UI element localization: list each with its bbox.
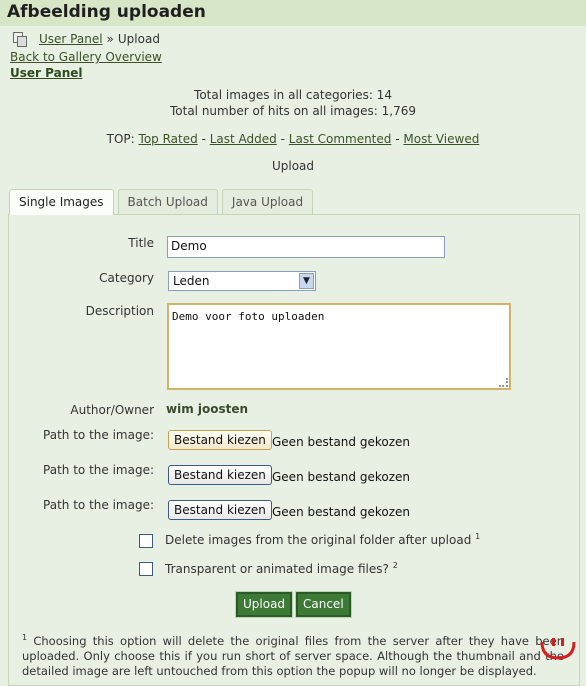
no-file-text-2: Geen bestand gekozen: [272, 470, 410, 484]
transparent-text: Transparent or animated image files?: [165, 562, 389, 576]
file-choose-button-3[interactable]: Bestand kiezen: [168, 500, 272, 520]
user-panel-icon: [13, 32, 27, 47]
title-label: Title: [128, 236, 154, 250]
last-commented-link[interactable]: Last Commented: [289, 132, 392, 146]
page-title: Afbeelding uploaden: [7, 2, 206, 22]
description-label: Description: [85, 304, 154, 318]
top-separator: -: [280, 132, 285, 146]
path-label-3: Path to the image:: [43, 498, 154, 512]
section-title: Upload: [271, 159, 315, 173]
top-separator: -: [395, 132, 400, 146]
path-label-2: Path to the image:: [43, 463, 154, 477]
title-bar: Afbeelding uploaden: [0, 0, 586, 26]
transparent-label: Transparent or animated image files? 2: [165, 561, 398, 576]
smiley-corner-icon: [540, 638, 576, 660]
category-select[interactable]: Leden ▼: [168, 271, 316, 291]
last-added-link[interactable]: Last Added: [210, 132, 277, 146]
top-prefix: TOP:: [106, 132, 135, 146]
file-choose-button-1[interactable]: Bestand kiezen: [168, 430, 272, 450]
breadcrumb: User Panel » Upload: [13, 31, 160, 47]
footnote-marker: 1: [22, 633, 28, 642]
delete-note-marker: 1: [475, 532, 481, 541]
upload-button[interactable]: Upload: [234, 591, 294, 618]
file-choose-button-2[interactable]: Bestand kiezen: [168, 465, 272, 485]
cancel-button[interactable]: Cancel: [295, 591, 352, 618]
transparent-checkbox[interactable]: [139, 562, 153, 576]
user-panel-link[interactable]: User Panel: [10, 66, 83, 80]
total-images-stat: Total images in all categories: 14: [194, 88, 392, 102]
category-label: Category: [99, 271, 154, 285]
title-input[interactable]: Demo: [167, 236, 445, 258]
top-links: TOP: Top Rated - Last Added - Last Comme…: [0, 132, 586, 146]
path-label-1: Path to the image:: [43, 428, 154, 442]
transparent-note-marker: 2: [392, 561, 398, 570]
delete-original-text: Delete images from the original folder a…: [165, 533, 472, 547]
footnote-text: Choosing this option will delete the ori…: [22, 633, 564, 678]
most-viewed-link[interactable]: Most Viewed: [403, 132, 479, 146]
upload-tabs: Single Images Batch Upload Java Upload: [9, 189, 317, 215]
back-to-gallery-link[interactable]: Back to Gallery Overview: [10, 50, 162, 64]
top-rated-link[interactable]: Top Rated: [139, 132, 198, 146]
delete-original-label: Delete images from the original folder a…: [165, 532, 480, 547]
breadcrumb-current: Upload: [117, 32, 160, 46]
breadcrumb-separator: »: [106, 32, 114, 46]
footnote: 1 Choosing this option will delete the o…: [22, 630, 564, 679]
tab-java-upload[interactable]: Java Upload: [221, 189, 314, 214]
description-textarea[interactable]: Demo voor foto uploaden: [167, 303, 511, 390]
no-file-text-3: Geen bestand gekozen: [272, 505, 410, 519]
description-text: Demo voor foto uploaden: [172, 310, 325, 323]
top-separator: -: [201, 132, 206, 146]
resize-grip-icon[interactable]: [499, 378, 508, 387]
author-value: wim joosten: [166, 402, 249, 416]
breadcrumb-user-panel-link[interactable]: User Panel: [39, 32, 103, 46]
delete-original-checkbox[interactable]: [139, 534, 153, 548]
no-file-text-1: Geen bestand gekozen: [272, 435, 410, 449]
category-value: Leden: [173, 274, 210, 288]
total-hits-stat: Total number of hits on all images: 1,76…: [169, 104, 417, 118]
author-label: Author/Owner: [70, 403, 154, 417]
chevron-down-icon[interactable]: ▼: [299, 273, 314, 289]
tab-single-images[interactable]: Single Images: [9, 189, 114, 215]
tab-batch-upload[interactable]: Batch Upload: [117, 189, 218, 214]
